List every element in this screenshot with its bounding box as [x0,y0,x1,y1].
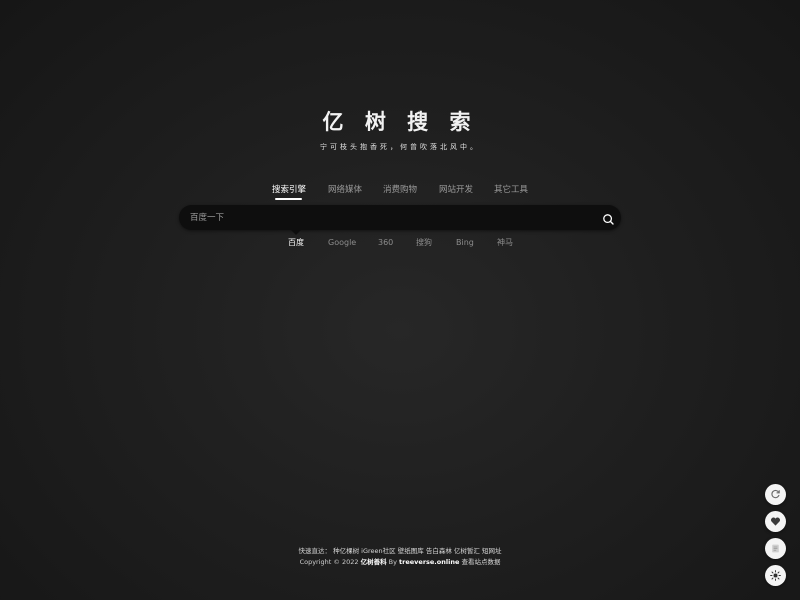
engine-bing[interactable]: Bing [456,236,474,249]
refresh-button[interactable] [765,484,786,505]
brand-header: 亿 树 搜 索 宁可枝头抱香死，何曾吹落北风中。 [0,108,800,152]
favorite-button[interactable] [765,511,786,532]
footer-link[interactable]: 种亿棵树 [333,547,359,555]
theme-toggle-button[interactable] [765,565,786,586]
tab-search-engines[interactable]: 搜索引擎 [272,183,306,197]
quick-links-row: 快速直达： 种亿棵树 iGreen社区 壁纸图库 告白森林 亿树暂汇 短网址 [0,546,800,557]
quick-links-label: 快速直达： [298,547,332,555]
copyright-text: Copyright © 2022 [299,558,359,566]
footer-link[interactable]: 壁纸图库 [398,547,424,555]
site-name: 亿树善科 [360,558,387,566]
page: { "brand": { "title": "亿 树 搜 索", "taglin… [0,0,800,600]
footer-link[interactable]: 告白森林 [426,547,452,555]
tab-online-media[interactable]: 网络媒体 [328,183,362,197]
category-tabs: 搜索引擎 网络媒体 消费购物 网站开发 其它工具 [262,183,538,203]
footer-link[interactable]: iGreen社区 [361,547,396,555]
site-stats-link[interactable]: 查看站点数据 [461,558,500,566]
tab-other-tools[interactable]: 其它工具 [494,183,528,197]
engine-shenma[interactable]: 神马 [497,236,513,249]
site-title: 亿 树 搜 索 [322,109,478,134]
footer: 快速直达： 种亿棵树 iGreen社区 壁纸图库 告白森林 亿树暂汇 短网址 C… [0,546,800,568]
search-bar [179,205,621,230]
footer-link[interactable]: 短网址 [482,547,502,555]
engine-google[interactable]: Google [328,236,356,249]
search-input[interactable] [190,205,590,230]
engine-pointer-caret [291,230,301,235]
domain-link[interactable]: treeverse.online [399,558,459,566]
by-text: By [388,558,397,566]
copyright-row: Copyright © 2022 亿树善科 By treeverse.onlin… [0,557,800,568]
engine-sogou[interactable]: 搜狗 [416,236,432,249]
search-engine-list: 百度 Google 360 搜狗 Bing 神马 [270,236,530,250]
tab-web-development[interactable]: 网站开发 [439,183,473,197]
site-tagline: 宁可枝头抱香死，何曾吹落北风中。 [320,143,480,151]
engine-360[interactable]: 360 [378,236,393,249]
footer-link[interactable]: 亿树暂汇 [454,547,480,555]
engine-baidu[interactable]: 百度 [288,236,304,249]
active-tab-indicator [275,198,302,200]
search-icon[interactable] [602,211,615,225]
notes-button[interactable] [765,538,786,559]
tab-shopping[interactable]: 消费购物 [383,183,417,197]
